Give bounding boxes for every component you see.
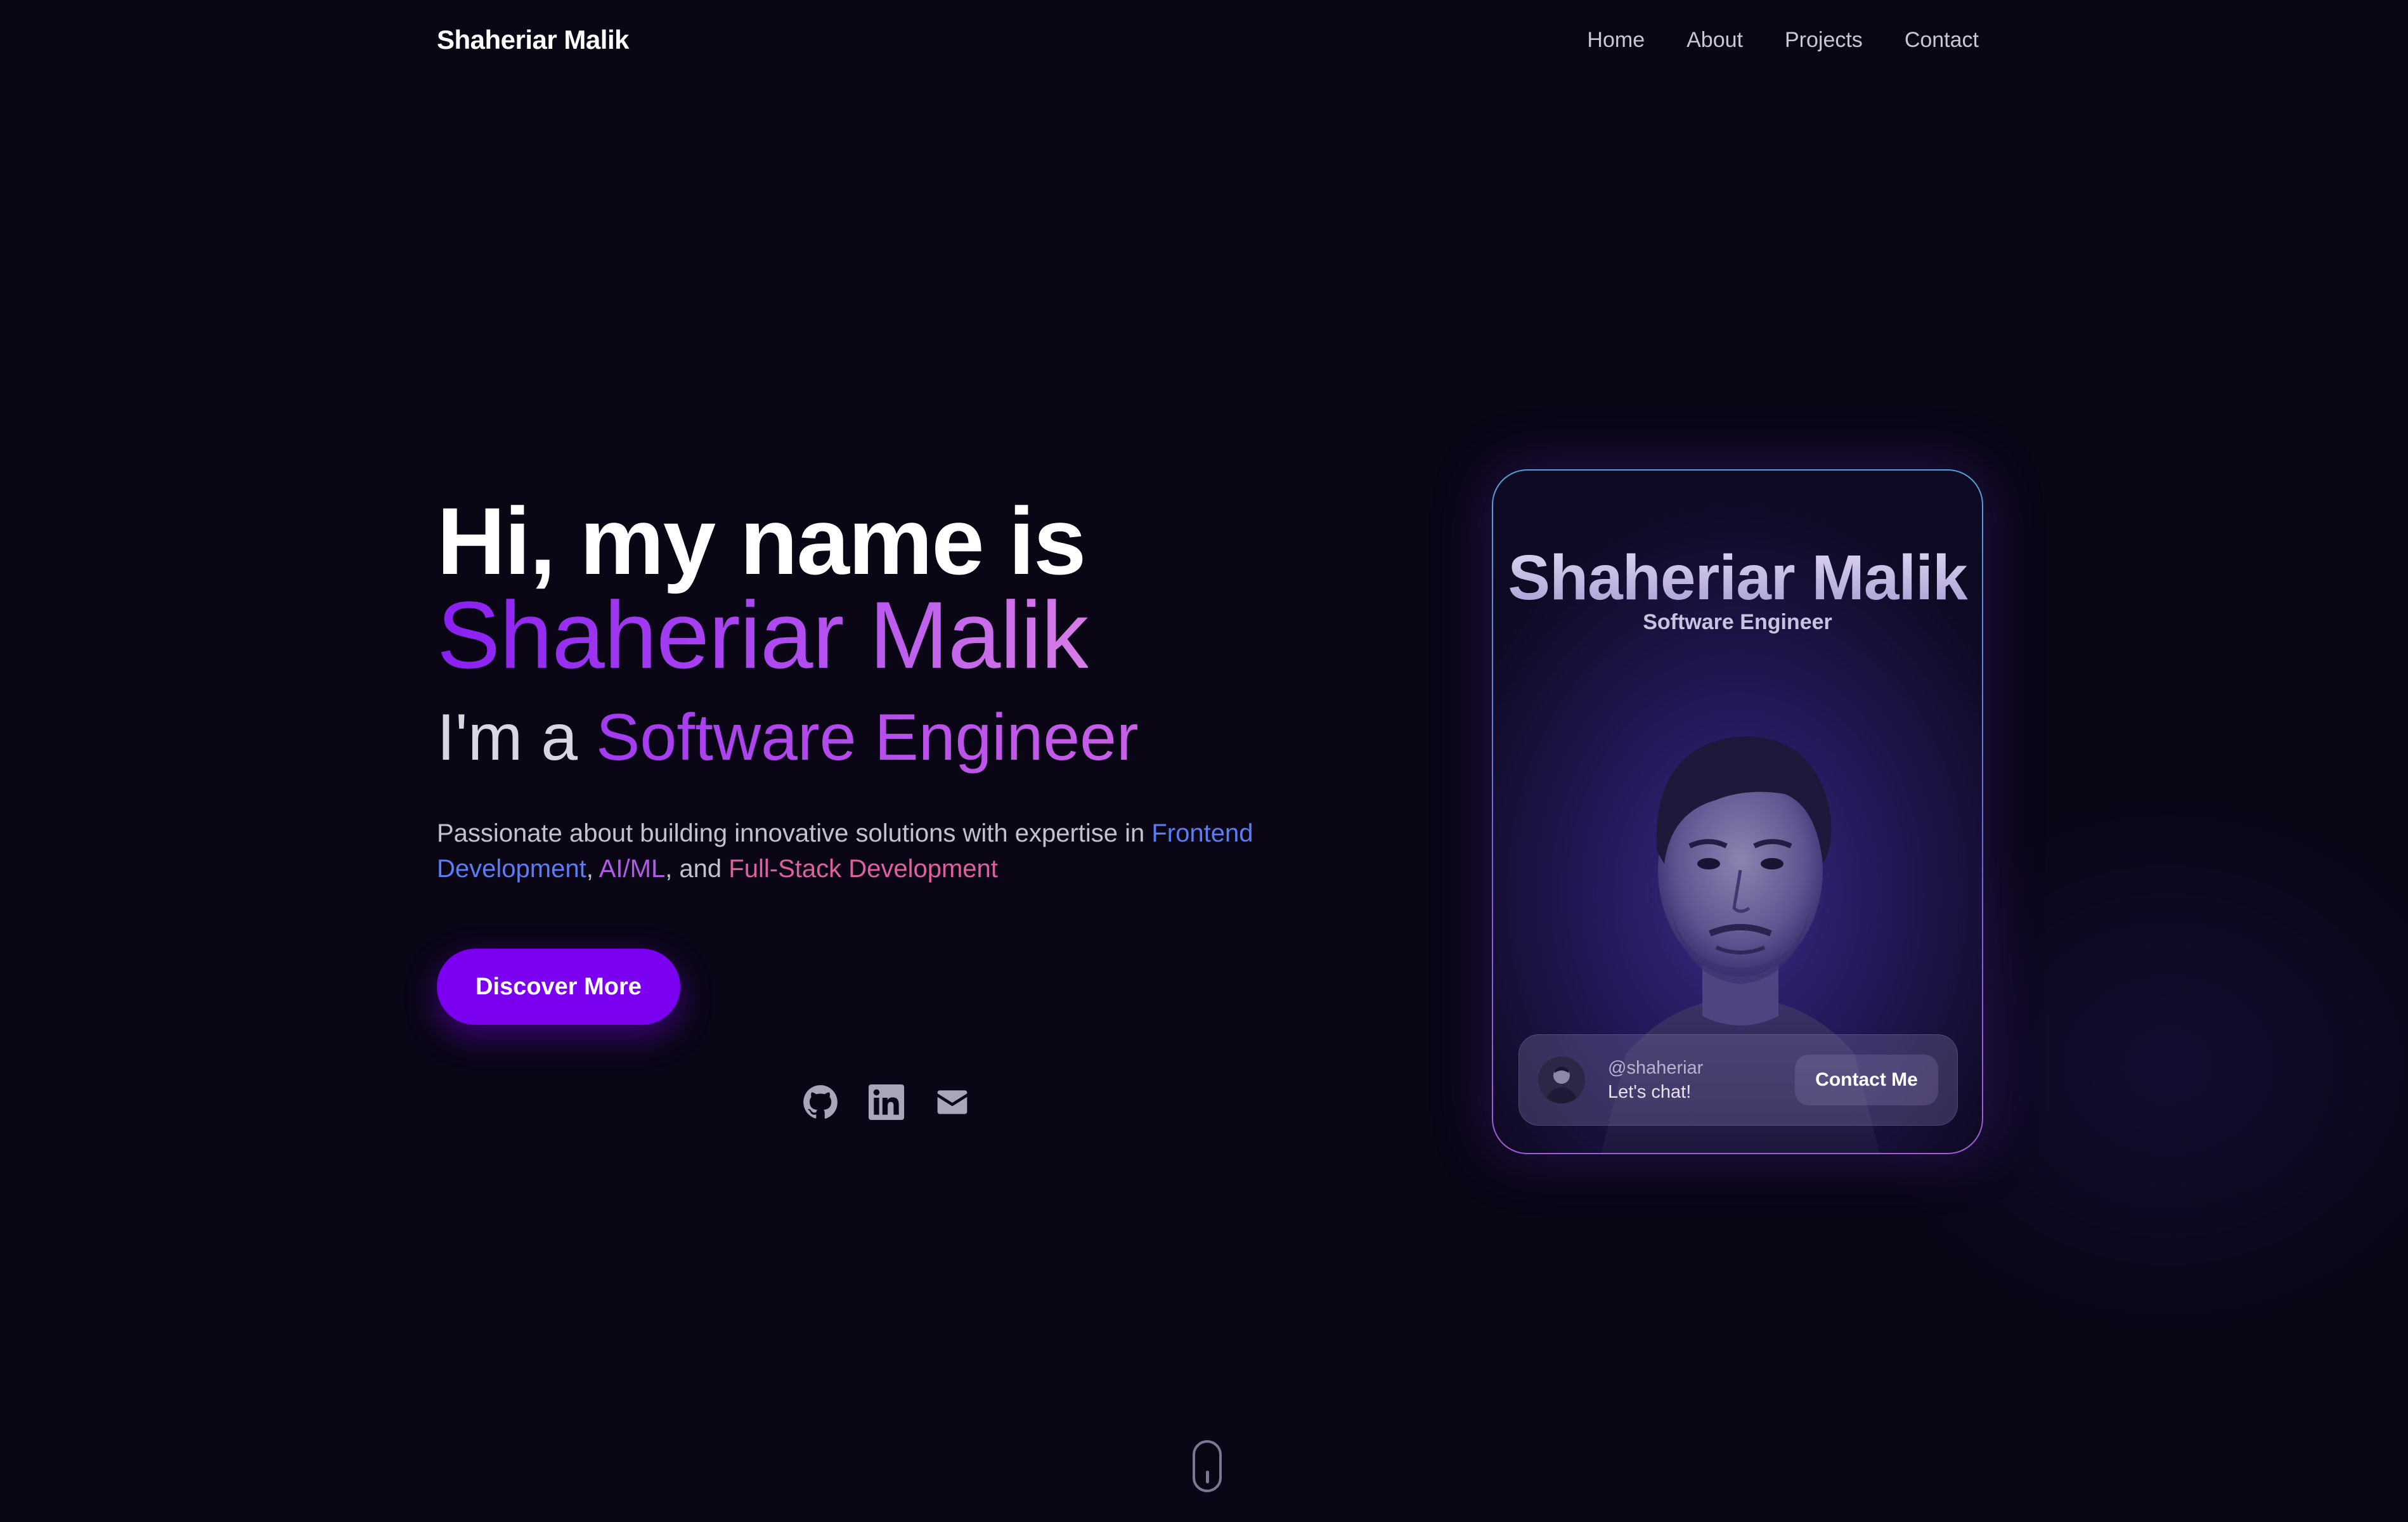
nav-link-home[interactable]: Home <box>1587 28 1645 53</box>
hero-role-prefix: I'm a <box>437 701 578 774</box>
description-lead: Passionate about building innovative sol… <box>437 819 1145 847</box>
brand-logo[interactable]: Shaheriar Malik <box>437 25 629 55</box>
skill-fullstack: Full-Stack Development <box>728 855 998 883</box>
description-separator: , <box>586 855 593 883</box>
hero-role: Software Engineer <box>596 701 1139 774</box>
nav-links: Home About Projects Contact <box>1587 28 1979 53</box>
social-links <box>803 1084 970 1120</box>
hero-role-line: I'm a Software Engineer <box>437 703 1388 772</box>
hero-description: Passionate about building innovative sol… <box>437 816 1337 887</box>
card-title: Shaheriar Malik <box>1493 542 1982 615</box>
scroll-indicator-dot <box>1206 1471 1209 1483</box>
avatar <box>1538 1057 1585 1103</box>
chat-text: @shaheriar Let's chat! <box>1608 1056 1795 1104</box>
nav-link-projects[interactable]: Projects <box>1785 28 1863 53</box>
chat-message: Let's chat! <box>1608 1082 1692 1102</box>
mail-icon[interactable] <box>935 1084 970 1120</box>
page: Shaheriar Malik Home About Projects Cont… <box>0 0 2408 1522</box>
hero-greeting: Hi, my name is <box>437 488 1086 594</box>
hero-name: Shaheriar Malik <box>437 582 1089 688</box>
card-subtitle: Software Engineer <box>1643 610 1832 634</box>
nav-link-about[interactable]: About <box>1686 28 1743 53</box>
chat-bar: @shaheriar Let's chat! Contact Me <box>1518 1034 1958 1126</box>
chat-handle: @shaheriar <box>1608 1058 1704 1078</box>
linkedin-icon[interactable] <box>869 1084 904 1120</box>
scroll-indicator-icon[interactable] <box>1193 1440 1222 1492</box>
discover-more-button[interactable]: Discover More <box>437 949 680 1025</box>
profile-card: Shaheriar Malik Software Engineer @shahe… <box>1492 469 1983 1154</box>
nav-link-contact[interactable]: Contact <box>1905 28 1979 53</box>
top-nav: Shaheriar Malik Home About Projects Cont… <box>437 19 1979 61</box>
hero-section: Hi, my name is Shaheriar Malik I'm a Sof… <box>437 488 1388 887</box>
github-icon[interactable] <box>803 1084 838 1120</box>
description-separator: , and <box>665 855 722 883</box>
contact-me-button[interactable]: Contact Me <box>1795 1055 1938 1105</box>
profile-card-body: Shaheriar Malik Software Engineer @shahe… <box>1493 471 1982 1153</box>
skill-aiml: AI/ML <box>599 855 666 883</box>
